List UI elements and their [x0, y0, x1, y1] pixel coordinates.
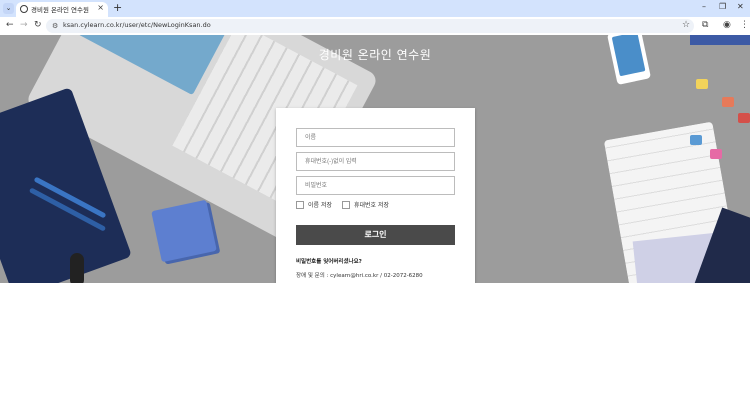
decor-watch	[70, 253, 84, 283]
decor-clip	[696, 79, 708, 89]
login-button[interactable]: 로그인	[296, 225, 455, 245]
page-title: 경비원 온라인 연수원	[318, 48, 432, 62]
decor-clip	[690, 135, 702, 145]
password-input[interactable]	[296, 176, 455, 195]
forgot-password-link[interactable]: 비밀번호를 잊어버리셨나요?	[296, 257, 362, 265]
save-name-checkbox[interactable]: 이름 저장	[296, 200, 332, 209]
forward-icon[interactable]: →	[20, 20, 28, 30]
checkbox-box[interactable]	[342, 200, 350, 209]
decor-clip	[738, 113, 750, 123]
tab-search-icon[interactable]: ⌄	[3, 3, 14, 14]
extensions-icon[interactable]: ⧉	[702, 20, 708, 30]
contact-info: 장애 및 문의 : cylearn@hri.co.kr / 02-2072-62…	[296, 273, 423, 279]
browser-tab[interactable]: 경비원 온라인 연수원 ×	[16, 2, 108, 17]
phone-input[interactable]	[296, 152, 455, 171]
menu-icon[interactable]: ⋮	[740, 20, 749, 30]
reload-icon[interactable]: ↻	[34, 20, 42, 30]
decor-blue-panel	[690, 35, 750, 45]
new-tab-button[interactable]: +	[113, 1, 122, 14]
close-tab-icon[interactable]: ×	[97, 3, 104, 12]
minimize-icon[interactable]: –	[702, 2, 706, 11]
back-icon[interactable]: ←	[6, 20, 14, 30]
bookmark-star-icon[interactable]: ☆	[682, 20, 690, 30]
name-input[interactable]	[296, 128, 455, 147]
url-text[interactable]: ksan.cylearn.co.kr/user/etc/NewLoginKsan…	[63, 21, 211, 29]
tab-title: 경비원 온라인 연수원	[31, 6, 89, 14]
login-card: 이름 저장 휴대번호 저장 로그인 비밀번호를 잊어버리셨나요? 장애 및 문의…	[276, 108, 475, 283]
address-bar[interactable]: ⚙ ksan.cylearn.co.kr/user/etc/NewLoginKs…	[46, 19, 694, 33]
save-name-label: 이름 저장	[308, 202, 332, 209]
site-info-icon[interactable]: ⚙	[52, 22, 60, 30]
decor-clip	[710, 149, 722, 159]
hero-background: 경비원 온라인 연수원 이름 저장 휴대번호 저장 로그인 비밀번호를 잊어버리…	[0, 35, 750, 283]
browser-toolbar: ← → ↻ ⚙ ksan.cylearn.co.kr/user/etc/NewL…	[0, 17, 750, 35]
maximize-icon[interactable]: ❐	[719, 2, 726, 11]
close-window-icon[interactable]: ✕	[737, 2, 744, 11]
tab-strip: ⌄ 경비원 온라인 연수원 × + – ❐ ✕	[0, 0, 750, 17]
checkbox-box[interactable]	[296, 200, 304, 209]
decor-sticky-notes	[151, 199, 217, 263]
save-phone-checkbox[interactable]: 휴대번호 저장	[342, 200, 389, 209]
save-phone-label: 휴대번호 저장	[354, 202, 390, 209]
globe-icon	[20, 5, 28, 13]
profile-icon[interactable]: ◉	[723, 20, 731, 30]
decor-clip	[722, 97, 734, 107]
